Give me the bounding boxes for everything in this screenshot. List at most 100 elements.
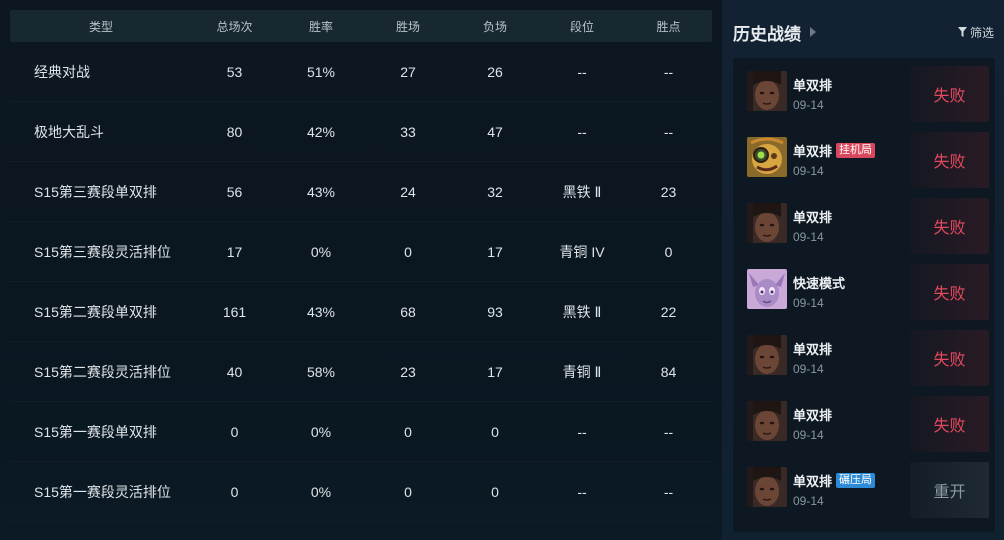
cell-losses: 47 (487, 123, 503, 140)
cell-losses: 93 (487, 303, 503, 320)
cell-win-rate: 0% (310, 423, 332, 440)
cell-total: 40 (226, 363, 243, 380)
afk-match-tag: 挂机局 (836, 143, 876, 158)
match-item[interactable]: 单双排 09-14 失败 (733, 388, 995, 454)
cell-losses: 0 (491, 483, 499, 500)
cell-wins: 0 (404, 483, 412, 500)
cell-type: 经典对战 (34, 63, 90, 80)
match-item[interactable]: 单双排 挂机局 09-14 失败 (733, 124, 995, 190)
match-mode: 单双排 (793, 207, 832, 226)
cell-rank: 青铜 Ⅱ (562, 363, 602, 380)
cell-wins: 33 (400, 123, 416, 140)
match-mode: 单双排 (793, 405, 832, 424)
cell-type: S15第一赛段灵活排位 (34, 483, 171, 500)
cell-type: 极地大乱斗 (34, 123, 104, 140)
match-item[interactable]: 快速模式 09-14 失败 (733, 256, 995, 322)
match-date: 09-14 (793, 494, 824, 508)
match-date: 09-14 (793, 362, 824, 376)
cell-type: S15第二赛段单双排 (34, 303, 157, 320)
filter-button[interactable]: 筛选 (957, 24, 994, 41)
cell-lp: 84 (660, 363, 677, 380)
match-item[interactable]: 单双排 09-14 失败 (733, 190, 995, 256)
match-mode: 单双排 (793, 339, 832, 358)
cell-wins: 68 (400, 303, 416, 320)
match-result: 重开 (910, 462, 989, 518)
match-mode: 单双排 碾压局 (793, 471, 876, 490)
cell-rank: 青铜 IV (559, 243, 605, 260)
app-root: 类型 总场次 胜率 胜场 负场 段位 胜点 经典对战 53 51% 27 26 … (0, 0, 1004, 540)
table-row: S15第一赛段单双排 0 0% 0 0 -- -- (10, 402, 712, 462)
table-row: S15第一赛段灵活排位 0 0% 0 0 -- -- (10, 462, 712, 522)
cell-lp: -- (663, 423, 674, 440)
match-date: 09-14 (793, 98, 824, 112)
match-mode-label: 单双排 (793, 78, 833, 93)
header-lp: 胜点 (656, 19, 681, 34)
cell-total: 80 (226, 123, 243, 140)
match-result: 失败 (910, 396, 989, 452)
champion-avatar (747, 467, 787, 507)
cell-win-rate: 58% (306, 363, 336, 380)
cell-rank: 黑铁 Ⅱ (562, 303, 602, 320)
cell-losses: 32 (487, 183, 503, 200)
match-list: 单双排 09-14 失败 单双排 挂机局 09-14 失败 单双排 09-14 … (733, 58, 995, 532)
match-mode: 单双排 挂机局 (793, 141, 876, 160)
match-result: 失败 (910, 198, 989, 254)
match-date: 09-14 (793, 296, 824, 310)
filter-icon (957, 27, 967, 37)
cell-total: 56 (226, 183, 243, 200)
champion-avatar (747, 71, 787, 111)
cell-total: 0 (230, 483, 239, 500)
match-mode-label: 单双排 (793, 144, 833, 159)
cell-wins: 0 (404, 423, 412, 440)
match-mode-label: 单双排 (793, 210, 833, 225)
cell-wins: 27 (400, 63, 416, 80)
champion-avatar (747, 335, 787, 375)
match-mode: 单双排 (793, 75, 832, 94)
cell-losses: 17 (487, 243, 503, 260)
match-result: 失败 (910, 132, 989, 188)
cell-win-rate: 43% (306, 183, 336, 200)
cell-total: 161 (222, 303, 247, 320)
match-item[interactable]: 单双排 09-14 失败 (733, 322, 995, 388)
table-row: S15第二赛段灵活排位 40 58% 23 17 青铜 Ⅱ 84 (10, 342, 712, 402)
header-total-games: 总场次 (216, 19, 253, 34)
table-row: S15第三赛段单双排 56 43% 24 32 黑铁 Ⅱ 23 (10, 162, 712, 222)
chevron-right-icon[interactable] (810, 27, 816, 37)
table-row: 极地大乱斗 80 42% 33 47 -- -- (10, 102, 712, 162)
cell-win-rate: 42% (306, 123, 336, 140)
match-item[interactable]: 单双排 09-14 失败 (733, 58, 995, 124)
cell-total: 53 (226, 63, 243, 80)
cell-losses: 17 (487, 363, 503, 380)
match-mode-label: 单双排 (793, 342, 833, 357)
cell-type: S15第二赛段灵活排位 (34, 363, 171, 380)
cell-rank: -- (577, 63, 587, 80)
cell-lp: 23 (660, 183, 677, 200)
cell-type: S15第三赛段灵活排位 (34, 243, 171, 260)
cell-wins: 24 (400, 183, 416, 200)
cell-win-rate: 51% (306, 63, 336, 80)
header-win-rate: 胜率 (308, 19, 333, 34)
cell-rank: -- (577, 483, 587, 500)
match-history-panel: 历史战绩 筛选 单双排 09-14 失败 单双排 挂机局 09-14 失败 单双… (722, 0, 1004, 540)
cell-lp: 0 (664, 243, 673, 260)
match-item[interactable]: 单双排 碾压局 09-14 重开 (733, 454, 995, 520)
header-losses: 负场 (482, 19, 507, 34)
stats-table-header: 类型 总场次 胜率 胜场 负场 段位 胜点 (10, 10, 712, 42)
cell-rank: -- (577, 123, 587, 140)
match-date: 09-14 (793, 230, 824, 244)
stats-table: 类型 总场次 胜率 胜场 负场 段位 胜点 经典对战 53 51% 27 26 … (10, 10, 712, 540)
header-type: 类型 (88, 19, 113, 34)
cell-rank: -- (577, 423, 587, 440)
match-mode-label: 快速模式 (793, 276, 846, 291)
match-history-header: 历史战绩 筛选 (733, 20, 994, 44)
table-row: S15第三赛段灵活排位 17 0% 0 17 青铜 IV 0 (10, 222, 712, 282)
match-date: 09-14 (793, 164, 824, 178)
match-date: 09-14 (793, 428, 824, 442)
stomp-match-tag: 碾压局 (836, 473, 876, 488)
table-row: 经典对战 53 51% 27 26 -- -- (10, 42, 712, 102)
cell-losses: 26 (487, 63, 503, 80)
cell-rank: 黑铁 Ⅱ (562, 183, 602, 200)
cell-losses: 0 (491, 423, 499, 440)
filter-label: 筛选 (969, 25, 994, 40)
cell-win-rate: 0% (310, 243, 332, 260)
